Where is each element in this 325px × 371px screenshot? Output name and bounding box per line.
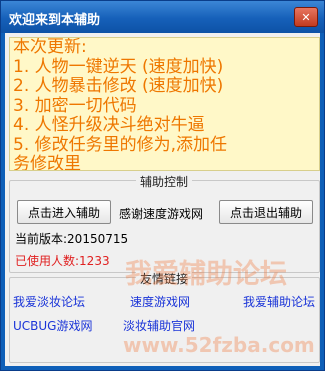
link-woai-fuzhu[interactable]: 我爱辅助论坛 (243, 293, 315, 310)
client-area: 本次更新: 1. 人物一键逆天 (速度加快) 2. 人物暴击修改 (速度加快) … (5, 33, 320, 366)
window-title: 欢迎来到本辅助 (9, 13, 101, 28)
watermark-url: www.52fzba.com (123, 333, 315, 357)
thanks-text: 感谢速度游戏网 (119, 207, 204, 221)
title-bar[interactable]: 欢迎来到本辅助 ✕ (1, 1, 324, 33)
link-danzhuang-official[interactable]: 淡妆辅助官网 (123, 317, 195, 334)
notes-line: 1. 人物一键逆天 (速度加快) (13, 56, 224, 77)
notes-line: 本次更新: (13, 37, 87, 57)
link-sudu-youxi[interactable]: 速度游戏网 (130, 293, 190, 310)
close-icon: ✕ (301, 10, 311, 24)
notes-line: 2. 人物暴击修改 (速度加快) (13, 76, 224, 96)
app-window: 欢迎来到本辅助 ✕ 本次更新: 1. 人物一键逆天 (速度加快) 2. 人物暴击… (0, 0, 325, 371)
version-text: 当前版本:20150715 (15, 232, 129, 246)
link-woai-danzhuang[interactable]: 我爱淡妆论坛 (13, 293, 85, 310)
notes-line: 4. 人怪升级决斗绝对牛逼 (13, 115, 205, 135)
control-group-label: 辅助控制 (136, 173, 193, 190)
users-count-text: 已使用人数:1233 (15, 254, 110, 268)
update-notes: 本次更新: 1. 人物一键逆天 (速度加快) 2. 人物暴击修改 (速度加快) … (9, 37, 320, 171)
notes-line: 务修改里 (13, 154, 81, 171)
watermark-title: 我爱辅助论坛 (125, 259, 287, 290)
link-ucbug[interactable]: UCBUG游戏网 (13, 317, 92, 334)
close-button[interactable]: ✕ (294, 7, 318, 27)
exit-assist-button[interactable]: 点击退出辅助 (219, 200, 313, 224)
notes-line: 5. 修改任务里的修为,添加任 (13, 134, 228, 155)
enter-assist-button[interactable]: 点击进入辅助 (17, 200, 111, 224)
notes-line: 3. 加密一切代码 (13, 95, 137, 116)
